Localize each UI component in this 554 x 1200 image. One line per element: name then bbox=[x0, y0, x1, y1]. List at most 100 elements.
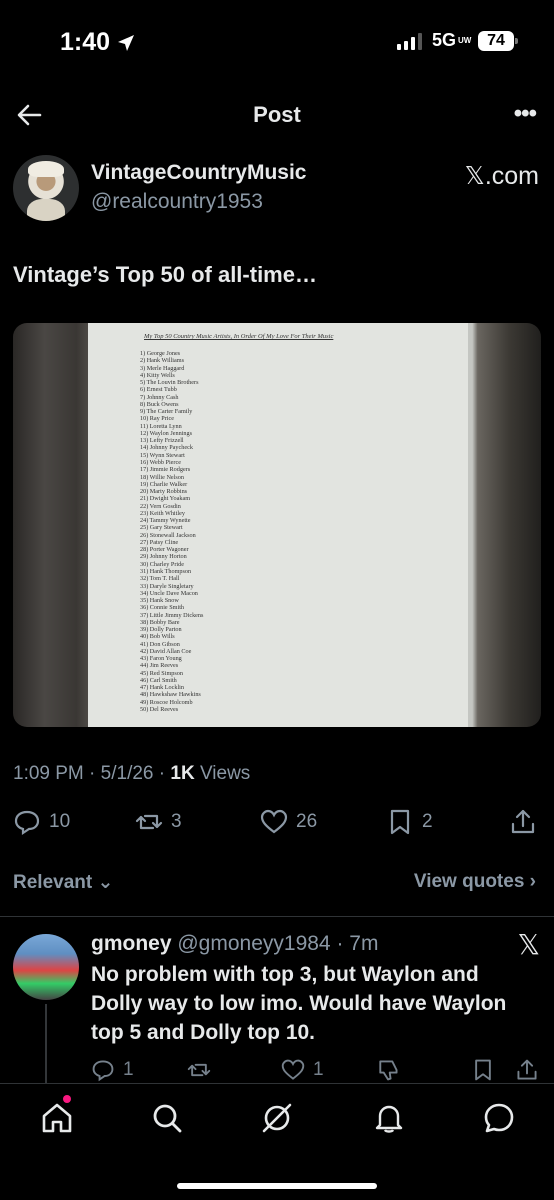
author-avatar[interactable] bbox=[13, 155, 79, 221]
paper-list-item: 46) Carl Smith bbox=[140, 676, 177, 684]
grok-icon bbox=[262, 1103, 292, 1133]
nav-grok[interactable] bbox=[260, 1101, 294, 1135]
paper-list-item: 49) Roscoe Holcomb bbox=[140, 698, 193, 706]
reply-reply-button[interactable]: 1 bbox=[91, 1058, 134, 1082]
avatar-shirt-shape bbox=[27, 199, 65, 221]
paper-list-item: 34) Uncle Dave Macon bbox=[140, 589, 198, 597]
nav-messages[interactable] bbox=[482, 1101, 516, 1135]
more-options-icon[interactable]: ••• bbox=[514, 100, 537, 128]
paper-list-item: 18) Willie Nelson bbox=[140, 473, 184, 481]
paper-list-item: 27) Patsy Cline bbox=[140, 538, 179, 546]
signal-icon bbox=[396, 32, 422, 50]
paper-list-item: 19) Charlie Walker bbox=[140, 480, 188, 488]
network-label: 5G UW bbox=[431, 30, 472, 50]
share-icon bbox=[517, 1059, 537, 1080]
x-logo-icon: 𝕏 bbox=[517, 929, 540, 960]
repost-icon bbox=[135, 814, 163, 830]
paper-list-item: 33) Daryle Singletary bbox=[140, 582, 194, 590]
paper-list-item: 45) Red Simpson bbox=[140, 669, 183, 677]
reply-share-button[interactable] bbox=[515, 1058, 539, 1082]
paper-list-item: 36) Connie Smith bbox=[140, 604, 185, 612]
paper-list-item: 15) Wynn Stewart bbox=[140, 451, 185, 459]
paper-list-item: 8) Buck Owens bbox=[140, 400, 179, 408]
status-time: 1:40 bbox=[60, 28, 136, 57]
paper-list-item: 10) Ray Price bbox=[140, 415, 175, 423]
paper-list-item: 14) Johnny Paycheck bbox=[140, 444, 193, 452]
meta-separator: · bbox=[89, 763, 96, 784]
post-text: Vintage’s Top 50 of all-time… bbox=[13, 262, 317, 287]
reply-icon bbox=[14, 810, 40, 836]
reply-author[interactable]: gmoney @gmoneyy1984 · 7m bbox=[91, 932, 378, 956]
bell-icon bbox=[375, 1105, 403, 1133]
reply-author-handle: @gmoneyy1984 bbox=[177, 932, 331, 955]
repost-icon bbox=[187, 1063, 211, 1077]
repost-button[interactable]: 3 bbox=[135, 808, 182, 836]
paper-list-item: 28) Porter Wagoner bbox=[140, 546, 189, 554]
thumbs-down-icon bbox=[379, 1060, 398, 1081]
paper-list-item: 20) Marty Robbins bbox=[140, 488, 188, 496]
like-button[interactable]: 26 bbox=[260, 808, 317, 836]
paper-list-item: 7) Johnny Cash bbox=[140, 393, 179, 401]
reply-repost-button[interactable] bbox=[187, 1058, 211, 1082]
status-time-text: 1:40 bbox=[60, 28, 111, 56]
views-label: Views bbox=[199, 763, 251, 784]
bookmark-icon bbox=[475, 1059, 491, 1081]
paper-list-item: 13) Lefty Frizzell bbox=[140, 437, 184, 445]
share-icon bbox=[511, 809, 535, 834]
author-handle[interactable]: @realcountry1953 bbox=[91, 190, 263, 214]
reply-like-button[interactable]: 1 bbox=[281, 1058, 324, 1082]
reply-actions: 1 1 bbox=[91, 1058, 541, 1084]
views-count[interactable]: 1K bbox=[170, 763, 194, 784]
bookmark-count: 2 bbox=[422, 811, 433, 832]
nav-search[interactable] bbox=[150, 1101, 184, 1135]
status-bar: 1:40 5G UW 74 bbox=[0, 0, 554, 80]
reply-button[interactable]: 10 bbox=[13, 808, 70, 836]
bookmark-icon bbox=[390, 809, 410, 835]
post-author: VintageCountryMusic @realcountry1953 𝕏.c… bbox=[13, 155, 543, 225]
nav-home[interactable] bbox=[40, 1101, 74, 1135]
home-icon bbox=[42, 1103, 72, 1133]
reply-time: · 7m bbox=[336, 932, 379, 955]
reply-reply-count: 1 bbox=[123, 1059, 134, 1080]
chevron-down-icon: ⌄ bbox=[97, 872, 114, 893]
paper-list-item: 4) Kitty Wells bbox=[140, 371, 175, 379]
paper-list-item: 16) Webb Pierce bbox=[140, 458, 181, 466]
paper-list-item: 24) Tammy Wynette bbox=[140, 517, 191, 525]
paper-list-item: 11) Loretta Lynn bbox=[140, 422, 182, 430]
paper-list-item: 26) Stonewall Jackson bbox=[140, 531, 196, 539]
nav-notifications[interactable] bbox=[372, 1101, 406, 1135]
reply-avatar[interactable] bbox=[13, 934, 79, 1000]
share-button[interactable] bbox=[509, 808, 537, 836]
paper-list-item: 35) Hank Snow bbox=[140, 597, 179, 605]
paper-list-item: 40) Bob Wills bbox=[140, 633, 175, 641]
paper-title: My Top 50 Country Music Artists, In Orde… bbox=[144, 333, 334, 340]
paper-list-item: 6) Ernest Tubb bbox=[140, 386, 177, 394]
bookmark-button[interactable]: 2 bbox=[386, 808, 433, 836]
status-indicators: 5G UW 74 bbox=[396, 30, 518, 51]
paper-list-item: 2) Hank Williams bbox=[140, 357, 184, 365]
paper-list-item: 1) George Jones bbox=[140, 350, 181, 357]
reply-text: No problem with top 3, but Waylon and Do… bbox=[91, 963, 507, 1044]
thread-line bbox=[45, 1004, 47, 1084]
reply-downvote-button[interactable] bbox=[376, 1058, 400, 1082]
view-quotes-link[interactable]: View quotes › bbox=[414, 871, 536, 893]
relevant-filter[interactable]: Relevant ⌄ bbox=[13, 871, 113, 894]
reply-icon bbox=[92, 1060, 114, 1082]
avatar-hat-shape bbox=[28, 161, 64, 177]
chevron-right-icon: › bbox=[529, 871, 536, 892]
paper-list-item: 17) Jimmie Rodgers bbox=[140, 466, 191, 474]
page-title: Post bbox=[253, 102, 301, 127]
relevant-label: Relevant bbox=[13, 872, 93, 893]
author-name[interactable]: VintageCountryMusic bbox=[91, 161, 306, 185]
paper-sheet: My Top 50 Country Music Artists, In Orde… bbox=[88, 323, 468, 727]
message-icon bbox=[484, 1103, 514, 1133]
home-indicator bbox=[177, 1183, 377, 1189]
meta-separator: · bbox=[158, 763, 166, 784]
heart-icon bbox=[281, 1059, 305, 1080]
post-image[interactable]: My Top 50 Country Music Artists, In Orde… bbox=[13, 323, 541, 727]
post-date: 5/1/26 bbox=[100, 763, 154, 784]
paper-list-item: 9) The Carter Family bbox=[140, 408, 193, 416]
reply-bookmark-button[interactable] bbox=[471, 1058, 495, 1082]
search-icon bbox=[153, 1104, 182, 1133]
paper-list-item: 44) Jim Reeves bbox=[140, 662, 179, 670]
